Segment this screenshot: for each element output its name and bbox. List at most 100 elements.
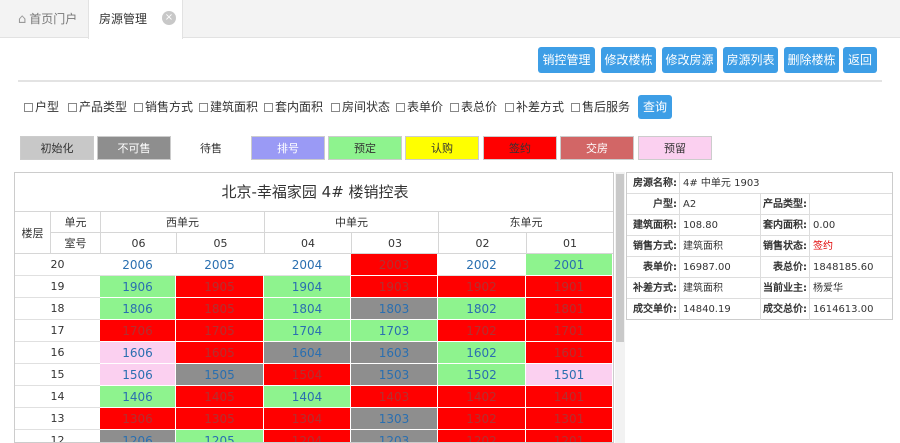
action-button[interactable]: 房源列表: [723, 47, 778, 73]
room-cell[interactable]: 2003: [351, 254, 438, 276]
room-cell[interactable]: 1501: [526, 364, 613, 386]
filter-checkbox[interactable]: 表单价: [396, 100, 446, 114]
room-cell[interactable]: 1603: [351, 342, 438, 364]
room-cell[interactable]: 1704: [264, 320, 351, 342]
room-cell[interactable]: 1701: [526, 320, 613, 342]
filter-checkbox[interactable]: 房间状态: [331, 100, 393, 114]
info-value: A2: [683, 199, 697, 210]
room-cell[interactable]: 2005: [176, 254, 264, 276]
room-cell[interactable]: 1402: [438, 386, 526, 408]
room-cell[interactable]: 1806: [100, 298, 176, 320]
checkbox[interactable]: [331, 103, 340, 112]
room-cell[interactable]: 1405: [176, 386, 264, 408]
filter-label: 建筑面积: [210, 100, 259, 114]
filter-checkbox[interactable]: 产品类型: [68, 100, 130, 114]
sale-status-value: 签约: [813, 241, 833, 252]
room-cell[interactable]: 1901: [526, 276, 613, 298]
room-cell[interactable]: 1305: [176, 408, 264, 430]
room-cell[interactable]: 1904: [264, 276, 351, 298]
legend-item: 交房: [560, 136, 634, 160]
filter-checkbox[interactable]: 建筑面积: [199, 100, 261, 114]
action-button[interactable]: 返回: [843, 47, 877, 73]
divider: [809, 257, 810, 278]
room-cell[interactable]: 1604: [264, 342, 351, 364]
filter-checkbox[interactable]: 户型: [24, 100, 64, 114]
close-icon[interactable]: ×: [162, 11, 176, 25]
room-cell[interactable]: 1502: [438, 364, 526, 386]
checkbox[interactable]: [134, 103, 143, 112]
room-cell[interactable]: 1605: [176, 342, 264, 364]
info-value: 108.80: [683, 220, 718, 231]
room-cell[interactable]: 2002: [438, 254, 526, 276]
room-cell[interactable]: 1403: [351, 386, 438, 408]
filter-checkbox[interactable]: 售后服务: [571, 100, 633, 114]
checkbox[interactable]: [24, 103, 33, 112]
checkbox[interactable]: [450, 103, 459, 112]
tab-active-label: 房源管理: [99, 12, 148, 26]
room-cell[interactable]: 1203: [351, 430, 438, 442]
filter-checkbox[interactable]: 销售方式: [134, 100, 196, 114]
room-cell[interactable]: 1302: [438, 408, 526, 430]
tab-home[interactable]: ⌂ 首页门户: [8, 0, 90, 38]
room-cell[interactable]: 1902: [438, 276, 526, 298]
room-cell[interactable]: 1506: [100, 364, 176, 386]
room-cell[interactable]: 1601: [526, 342, 613, 364]
room-cell[interactable]: 1206: [100, 430, 176, 442]
room-cell[interactable]: 2006: [100, 254, 176, 276]
info-label: 表单价:: [643, 262, 677, 273]
room-cell[interactable]: 1303: [351, 408, 438, 430]
room-cell[interactable]: 1802: [438, 298, 526, 320]
checkbox[interactable]: [199, 103, 208, 112]
room-cell[interactable]: 1703: [351, 320, 438, 342]
checkbox[interactable]: [68, 103, 77, 112]
room-cell[interactable]: 2001: [526, 254, 613, 276]
room-cell[interactable]: 1805: [176, 298, 264, 320]
room-cell[interactable]: 1301: [526, 408, 613, 430]
room-cell[interactable]: 1606: [100, 342, 176, 364]
legend-item: 初始化: [20, 136, 94, 160]
room-cell[interactable]: 1702: [438, 320, 526, 342]
room-cell[interactable]: 1202: [438, 430, 526, 442]
room-cell[interactable]: 1705: [176, 320, 264, 342]
room-cell[interactable]: 1905: [176, 276, 264, 298]
room-cell[interactable]: 1205: [176, 430, 264, 442]
table-scrollbar[interactable]: [615, 172, 625, 443]
room-cell[interactable]: 1706: [100, 320, 176, 342]
room-number: 06: [100, 232, 177, 254]
filter-checkbox[interactable]: 套内面积: [264, 100, 326, 114]
room-cell[interactable]: 2004: [264, 254, 351, 276]
room-cell[interactable]: 1503: [351, 364, 438, 386]
divider: [679, 278, 680, 299]
room-cell[interactable]: 1401: [526, 386, 613, 408]
room-cell[interactable]: 1306: [100, 408, 176, 430]
scrollbar-thumb[interactable]: [616, 174, 624, 342]
room-cell[interactable]: 1803: [351, 298, 438, 320]
action-button[interactable]: 删除楼栋: [784, 47, 839, 73]
action-button[interactable]: 修改房源: [662, 47, 717, 73]
room-cell[interactable]: 1801: [526, 298, 613, 320]
room-cell[interactable]: 1804: [264, 298, 351, 320]
divider: [679, 215, 680, 236]
filter-label: 表总价: [461, 100, 498, 114]
room-cell[interactable]: 1504: [264, 364, 351, 386]
filter-checkbox[interactable]: 补差方式: [505, 100, 567, 114]
query-button[interactable]: 查询: [638, 95, 672, 119]
checkbox[interactable]: [571, 103, 580, 112]
action-button[interactable]: 销控管理: [538, 47, 595, 73]
filter-checkbox[interactable]: 表总价: [450, 100, 502, 114]
room-cell[interactable]: 1204: [264, 430, 351, 442]
checkbox[interactable]: [264, 103, 273, 112]
info-label: 销售方式:: [633, 241, 677, 252]
room-cell[interactable]: 1201: [526, 430, 613, 442]
room-cell[interactable]: 1505: [176, 364, 264, 386]
room-cell[interactable]: 1404: [264, 386, 351, 408]
room-cell[interactable]: 1406: [100, 386, 176, 408]
room-cell[interactable]: 1903: [351, 276, 438, 298]
room-cell[interactable]: 1304: [264, 408, 351, 430]
checkbox[interactable]: [505, 103, 514, 112]
room-cell[interactable]: 1602: [438, 342, 526, 364]
action-button[interactable]: 修改楼栋: [601, 47, 656, 73]
divider: [679, 194, 680, 215]
checkbox[interactable]: [396, 103, 405, 112]
room-cell[interactable]: 1906: [100, 276, 176, 298]
